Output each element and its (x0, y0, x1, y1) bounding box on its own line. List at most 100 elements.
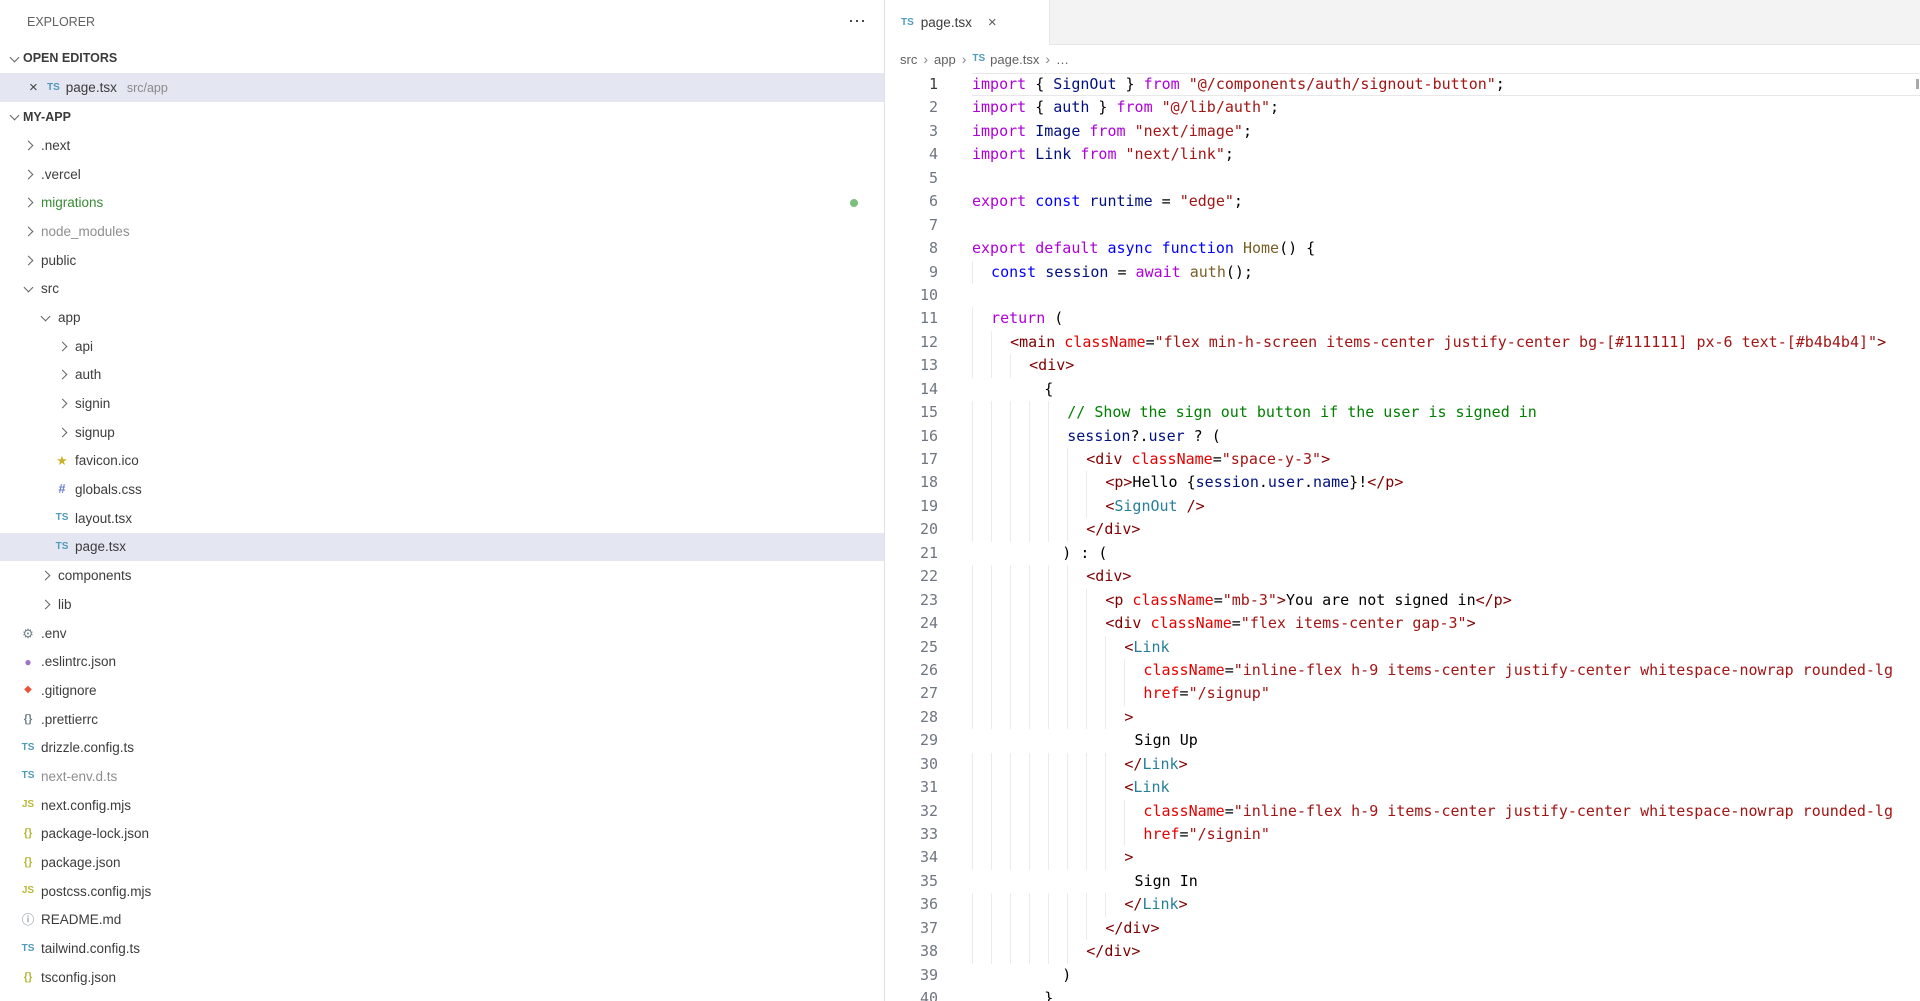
code-line[interactable]: 24<div className="flex items-center gap-… (885, 612, 1920, 635)
more-actions-icon[interactable]: ⋯ (848, 11, 866, 32)
code-line[interactable]: 3import Image from "next/image"; (885, 120, 1920, 143)
code-line[interactable]: 38</div> (885, 940, 1920, 963)
tree-item-.next[interactable]: .next (0, 131, 884, 160)
tab-page-tsx[interactable]: TS page.tsx × (885, 0, 1050, 45)
code-line[interactable]: 5 (885, 167, 1920, 190)
tree-item-.eslintrc.json[interactable]: ●.eslintrc.json (0, 647, 884, 676)
code-line[interactable]: 4import Link from "next/link"; (885, 143, 1920, 166)
tree-item-.env[interactable]: ⚙.env (0, 619, 884, 648)
code-line[interactable]: 39 ) (885, 964, 1920, 987)
close-icon[interactable]: × (988, 14, 997, 31)
tree-item-README.md[interactable]: ⓘREADME.md (0, 906, 884, 935)
tree-item-next-env.d.ts[interactable]: TSnext-env.d.ts (0, 762, 884, 791)
line-number: 28 (885, 706, 938, 729)
tree-item-.prettierrc[interactable]: {}.prettierrc (0, 705, 884, 734)
tree-item-node_modules[interactable]: node_modules (0, 217, 884, 246)
code-line[interactable]: 40 } (885, 987, 1920, 1001)
indent-guide (1010, 471, 1029, 494)
code-line[interactable]: 34> (885, 846, 1920, 869)
tree-item-signup[interactable]: signup (0, 418, 884, 447)
code-line[interactable]: 7 (885, 214, 1920, 237)
tree-item-drizzle.config.ts[interactable]: TSdrizzle.config.ts (0, 733, 884, 762)
tree-item-app[interactable]: app (0, 303, 884, 332)
tree-item-postcss.config.mjs[interactable]: JSpostcss.config.mjs (0, 877, 884, 906)
tree-item-public[interactable]: public (0, 246, 884, 275)
code-line[interactable]: 35 Sign In (885, 870, 1920, 893)
indent-guide (972, 846, 991, 869)
code-line[interactable]: 20</div> (885, 518, 1920, 541)
code-line[interactable]: 1import { SignOut } from "@/components/a… (885, 73, 1920, 96)
line-number: 8 (885, 237, 938, 260)
tree-item-page.tsx[interactable]: TSpage.tsx (0, 533, 884, 562)
tree-item-globals.css[interactable]: #globals.css (0, 475, 884, 504)
code-line[interactable]: 28> (885, 706, 1920, 729)
breadcrumb-item-app[interactable]: app (934, 52, 956, 67)
breadcrumb-item-…[interactable]: … (1056, 52, 1069, 67)
breadcrumb-item-src[interactable]: src (900, 52, 917, 67)
tree-item-tailwind.config.ts[interactable]: TStailwind.config.ts (0, 934, 884, 963)
code-token: . (1304, 471, 1313, 494)
indent-guide (1048, 448, 1067, 471)
tree-item-.vercel[interactable]: .vercel (0, 160, 884, 189)
tree-item-layout.tsx[interactable]: TSlayout.tsx (0, 504, 884, 533)
code-token: from (1071, 143, 1125, 166)
indent-guide (1048, 565, 1067, 588)
tree-item-lib[interactable]: lib (0, 590, 884, 619)
code-line[interactable]: 9const session = await auth(); (885, 261, 1920, 284)
code-line[interactable]: 12<main className="flex min-h-screen ite… (885, 331, 1920, 354)
line-number: 36 (885, 893, 938, 916)
tree-item-favicon.ico[interactable]: ★favicon.ico (0, 447, 884, 476)
tree-item-package-lock.json[interactable]: {}package-lock.json (0, 820, 884, 849)
tree-item-api[interactable]: api (0, 332, 884, 361)
code-line[interactable]: 37</div> (885, 917, 1920, 940)
code-line[interactable]: 30</Link> (885, 753, 1920, 776)
indent-guide (1067, 636, 1086, 659)
code-line[interactable]: 26className="inline-flex h-9 items-cente… (885, 659, 1920, 682)
code-line[interactable]: 27href="/signup" (885, 682, 1920, 705)
code-line[interactable]: 6export const runtime = "edge"; (885, 190, 1920, 213)
tree-item-tsconfig.json[interactable]: {}tsconfig.json (0, 963, 884, 992)
code-line[interactable]: 18<p>Hello {session.user.name}!</p> (885, 471, 1920, 494)
code-line[interactable]: 33href="/signin" (885, 823, 1920, 846)
tree-item-label: components (58, 568, 132, 583)
code-line[interactable]: 32className="inline-flex h-9 items-cente… (885, 800, 1920, 823)
indent-guide (1086, 706, 1105, 729)
code-line[interactable]: 29 Sign Up (885, 729, 1920, 752)
tree-item-.gitignore[interactable]: ◆.gitignore (0, 676, 884, 705)
code-line[interactable]: 25<Link (885, 636, 1920, 659)
code-token: You are not signed in (1286, 589, 1476, 612)
tree-item-auth[interactable]: auth (0, 361, 884, 390)
open-editors-section-header[interactable]: OPEN EDITORS (0, 43, 884, 73)
indent-guide (1048, 753, 1067, 776)
tree-item-src[interactable]: src (0, 274, 884, 303)
code-line[interactable]: 10 (885, 284, 1920, 307)
code-line[interactable]: 23<p className="mb-3">You are not signed… (885, 589, 1920, 612)
code-line[interactable]: 2import { auth } from "@/lib/auth"; (885, 96, 1920, 119)
breadcrumb-item-page.tsx[interactable]: TSpage.tsx (972, 52, 1039, 67)
code-line[interactable]: 17<div className="space-y-3"> (885, 448, 1920, 471)
code-line[interactable]: 16session?.user ? ( (885, 425, 1920, 448)
code-line[interactable]: 19<SignOut /> (885, 495, 1920, 518)
code-line[interactable]: 8export default async function Home() { (885, 237, 1920, 260)
code-line[interactable]: 22<div> (885, 565, 1920, 588)
code-line[interactable]: 14 { (885, 378, 1920, 401)
indent-guide (991, 471, 1010, 494)
tree-item-label: node_modules (41, 224, 130, 239)
code-line[interactable]: 15// Show the sign out button if the use… (885, 401, 1920, 424)
close-icon[interactable]: × (29, 79, 47, 96)
workspace-section-header[interactable]: MY-APP (0, 102, 884, 131)
code-line[interactable]: 31<Link (885, 776, 1920, 799)
tree-item-package.json[interactable]: {}package.json (0, 848, 884, 877)
code-line-content: <p className="mb-3">You are not signed i… (972, 589, 1920, 612)
code-line[interactable]: 21 ) : ( (885, 542, 1920, 565)
tree-item-migrations[interactable]: migrations (0, 188, 884, 217)
tree-item-next.config.mjs[interactable]: JSnext.config.mjs (0, 791, 884, 820)
open-editor-item-page-tsx[interactable]: × TS page.tsx src/app (0, 73, 884, 102)
code-line[interactable]: 11return ( (885, 307, 1920, 330)
indent-guide (1029, 612, 1048, 635)
code-line[interactable]: 36</Link> (885, 893, 1920, 916)
tree-item-signin[interactable]: signin (0, 389, 884, 418)
editor-code[interactable]: 1import { SignOut } from "@/components/a… (885, 73, 1920, 1001)
code-line[interactable]: 13<div> (885, 354, 1920, 377)
tree-item-components[interactable]: components (0, 561, 884, 590)
